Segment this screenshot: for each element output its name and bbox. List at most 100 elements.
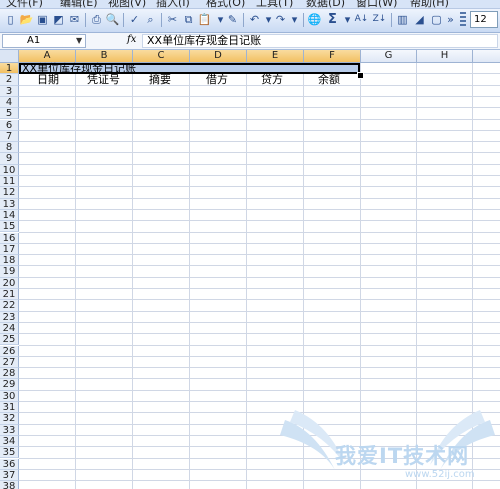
row-header-3[interactable]: 3 [0, 85, 19, 97]
autosum-dropdown-icon[interactable]: ▾ [340, 12, 355, 27]
research-icon[interactable]: ⌕ [143, 12, 158, 27]
standard-toolbar: ▯ 📂 ▣ ◩ ✉ ⎙ 🔍 ✓ ⌕ ✂ ⧉ 📋 ▾ ✎ ↶ ▾ ↷ ▾ 🌐 Σ … [0, 9, 500, 33]
sort-ascending-icon[interactable]: A↓ [354, 12, 369, 27]
row-header-26[interactable]: 26 [0, 345, 19, 357]
menu-window[interactable]: 窗口(W) [356, 0, 397, 8]
row-header-22[interactable]: 22 [0, 300, 19, 312]
save-icon[interactable]: ▣ [35, 12, 50, 27]
email-icon[interactable]: ✉ [67, 12, 82, 27]
row-header-16[interactable]: 16 [0, 232, 19, 244]
undo-icon[interactable]: ↶ [247, 12, 262, 27]
row-header-10[interactable]: 10 [0, 164, 19, 176]
menu-format[interactable]: 格式(O) [206, 0, 245, 8]
menu-insert[interactable]: 插入(I) [156, 0, 190, 8]
row-header-34[interactable]: 34 [0, 435, 19, 448]
row-header-13[interactable]: 13 [0, 198, 19, 210]
new-document-icon[interactable]: ▯ [3, 12, 18, 27]
toolbar-grip[interactable] [460, 12, 466, 28]
column-header-f[interactable]: F [304, 50, 361, 63]
cell-b2[interactable]: 凭证号 [87, 74, 120, 85]
row-header-12[interactable]: 12 [0, 187, 19, 199]
row-gridline [19, 434, 500, 436]
menu-view[interactable]: 视图(V) [108, 0, 146, 8]
row-gridline [19, 423, 500, 425]
menu-data[interactable]: 数据(D) [306, 0, 345, 8]
column-header-d[interactable]: D [190, 50, 247, 63]
row-header-2[interactable]: 2 [0, 74, 19, 86]
row-header-32[interactable]: 32 [0, 413, 19, 425]
row-header-31[interactable]: 31 [0, 402, 19, 414]
row-header-9[interactable]: 9 [0, 153, 19, 165]
row-header-11[interactable]: 11 [0, 176, 19, 188]
autosum-icon[interactable]: Σ [325, 12, 340, 27]
column-header-c[interactable]: C [133, 50, 190, 63]
redo-dropdown-icon[interactable]: ▾ [287, 12, 302, 27]
row-header-38[interactable]: 38 [0, 481, 19, 489]
fill-handle[interactable] [357, 72, 364, 79]
paste-icon[interactable]: 📋 [197, 12, 212, 27]
row-header-37[interactable]: 37 [0, 469, 19, 482]
column-header-h[interactable]: H [417, 50, 473, 63]
cut-icon[interactable]: ✂ [165, 12, 180, 27]
hyperlink-icon[interactable]: 🌐 [307, 12, 322, 27]
row-header-8[interactable]: 8 [0, 142, 19, 154]
row-header-15[interactable]: 15 [0, 221, 19, 233]
row-header-21[interactable]: 21 [0, 289, 19, 301]
cell-c2[interactable]: 摘要 [149, 74, 171, 85]
row-header-19[interactable]: 19 [0, 266, 19, 278]
column-header-e[interactable]: E [247, 50, 304, 63]
row-header-23[interactable]: 23 [0, 311, 19, 323]
copy-icon[interactable]: ⧉ [181, 12, 196, 27]
row-gridline [19, 141, 500, 143]
row-header-6[interactable]: 6 [0, 119, 19, 131]
menu-help[interactable]: 帮助(H) [410, 0, 449, 8]
select-all-corner[interactable] [0, 50, 19, 63]
row-header-28[interactable]: 28 [0, 368, 19, 380]
row-header-5[interactable]: 5 [0, 108, 19, 120]
row-header-36[interactable]: 36 [0, 458, 19, 470]
cell-e2[interactable]: 贷方 [261, 74, 283, 85]
zoom-icon[interactable]: ▢ [429, 12, 444, 27]
column-header-g[interactable]: G [361, 50, 417, 63]
worksheet-grid[interactable]: ABCDEFGH 1 2 3 4 5 6 7 8 9 10 11 12 13 14 15 16 17 18 19 20… [0, 50, 500, 489]
row-gridline [19, 310, 500, 312]
cell-f2[interactable]: 余额 [318, 74, 340, 85]
name-box-dropdown-icon[interactable]: ▼ [76, 36, 82, 45]
drawing-icon[interactable]: ◢ [412, 12, 427, 27]
row-header-33[interactable]: 33 [0, 424, 19, 436]
menu-tools[interactable]: 工具(T) [256, 0, 293, 8]
name-box[interactable]: A1 [2, 34, 86, 48]
insert-function-icon[interactable]: fx [127, 34, 136, 45]
permission-icon[interactable]: ◩ [51, 12, 66, 27]
row-header-29[interactable]: 29 [0, 379, 19, 391]
row-header-18[interactable]: 18 [0, 255, 19, 267]
chart-wizard-icon[interactable]: ▥ [395, 12, 410, 27]
sort-descending-icon[interactable]: Z↓ [372, 12, 387, 27]
spelling-icon[interactable]: ✓ [127, 12, 142, 27]
row-header-30[interactable]: 30 [0, 390, 19, 402]
font-size-box[interactable]: 12 [470, 11, 498, 28]
row-header-35[interactable]: 35 [0, 447, 19, 459]
toolbar-options-icon[interactable]: » [443, 12, 458, 27]
row-header-20[interactable]: 20 [0, 277, 19, 289]
print-icon[interactable]: ⎙ [89, 12, 104, 27]
row-header-27[interactable]: 27 [0, 356, 19, 369]
open-folder-icon[interactable]: 📂 [19, 12, 34, 27]
row-header-4[interactable]: 4 [0, 96, 19, 109]
row-gridline [19, 288, 500, 289]
cell-d2[interactable]: 借方 [206, 74, 228, 85]
row-header-17[interactable]: 17 [0, 243, 19, 256]
cell-a2[interactable]: 日期 [37, 74, 59, 85]
row-header-14[interactable]: 14 [0, 209, 19, 222]
menu-edit[interactable]: 编辑(E) [60, 0, 98, 8]
format-painter-icon[interactable]: ✎ [225, 12, 240, 27]
row-header-25[interactable]: 25 [0, 334, 19, 346]
row-gridline [19, 265, 500, 267]
row-header-24[interactable]: 24 [0, 322, 19, 335]
menu-file[interactable]: 文件(F) [6, 0, 43, 8]
row-header-7[interactable]: 7 [0, 130, 19, 143]
formula-input[interactable]: XX单位库存现金日记账 [142, 34, 498, 48]
redo-icon[interactable]: ↷ [273, 12, 288, 27]
print-preview-icon[interactable]: 🔍 [105, 12, 120, 27]
row-header-1[interactable]: 1 [0, 63, 19, 75]
